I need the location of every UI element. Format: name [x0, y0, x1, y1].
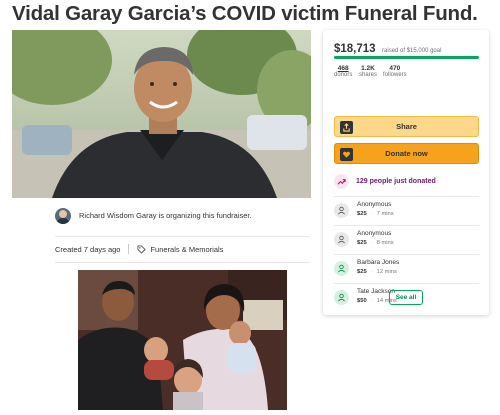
share-label: Share: [396, 122, 417, 131]
donation-amount: $25: [357, 269, 367, 275]
donation-detail: $25 · 7 mins: [357, 211, 394, 217]
donor-avatar-icon: [334, 261, 349, 276]
donation-item: Anonymous $25 · 7 mins: [334, 200, 479, 224]
donation-item: Anonymous $25 · 8 mins: [334, 229, 479, 253]
stat-label: donors: [334, 72, 353, 78]
donor-name: Barbara Jones: [357, 259, 400, 266]
progress-bar: [334, 56, 479, 59]
see-all-button[interactable]: See all: [389, 290, 423, 305]
progress-fill: [334, 56, 479, 59]
donation-amount: $25: [357, 240, 367, 246]
amount-raised-row: $18,713 raised of $15,000 goal: [334, 39, 441, 57]
share-button[interactable]: Share: [334, 116, 479, 137]
donate-button[interactable]: Donate now: [334, 143, 479, 164]
divider: [55, 262, 310, 263]
meta-separator: [128, 244, 130, 254]
stat-value: 470: [389, 65, 401, 72]
category-link[interactable]: Funerals & Memorials: [150, 245, 223, 254]
donation-time: 7 mins: [376, 211, 394, 217]
campaign-meta: Created 7 days ago Funerals & Memorials: [55, 244, 223, 254]
donor-avatar-icon: [334, 203, 349, 218]
donor-avatar-icon: [334, 232, 349, 247]
share-icon: [340, 121, 353, 134]
organizer-row: Richard Wisdom Garay is organizing this …: [55, 208, 315, 226]
stat-label: followers: [383, 72, 407, 78]
trending-row: 129 people just donated: [334, 171, 479, 191]
donor-name: Anonymous: [357, 201, 392, 208]
donation-amount: $50: [357, 298, 367, 304]
donate-heart-icon: [340, 148, 353, 161]
stat-shares: 1.2K shares: [359, 65, 377, 78]
divider: [334, 196, 479, 197]
page-title: Vidal Garay Garcia’s COVID victim Funera…: [12, 2, 478, 25]
amount-raised: $18,713: [334, 43, 376, 55]
hero-photo: [12, 30, 311, 198]
donation-card: $18,713 raised of $15,000 goal 468 donor…: [323, 30, 489, 315]
divider: [334, 283, 479, 284]
created-date: Created 7 days ago: [55, 244, 121, 254]
goal-text: raised of $15,000 goal: [382, 48, 442, 54]
trending-text: 129 people just donated: [356, 177, 436, 185]
donation-detail: $25 · 12 mins: [357, 269, 397, 275]
stat-value: 468: [337, 65, 349, 72]
organizer-text: Richard Wisdom Garay is organizing this …: [79, 211, 252, 220]
tag-icon: [137, 244, 147, 254]
donation-item: Barbara Jones $25 · 12 mins: [334, 258, 479, 282]
divider: [334, 225, 479, 226]
stat-label: shares: [359, 72, 378, 78]
stat-followers: 470 followers: [383, 65, 407, 78]
family-photo: [78, 270, 287, 410]
donor-name: Anonymous: [357, 230, 392, 237]
divider: [334, 254, 479, 255]
trending-up-icon: [334, 173, 349, 189]
organizer-avatar[interactable]: [55, 208, 71, 224]
divider: [55, 236, 310, 237]
stat-value: 1.2K: [361, 65, 375, 72]
donation-time: 12 mins: [376, 269, 397, 275]
donation-detail: $25 · 8 mins: [357, 240, 394, 246]
donation-amount: $25: [357, 211, 367, 217]
stat-donors[interactable]: 468 donors: [334, 65, 352, 78]
donor-avatar-icon: [334, 290, 349, 305]
donate-label: Donate now: [385, 149, 428, 158]
donation-time: 8 mins: [376, 240, 394, 246]
